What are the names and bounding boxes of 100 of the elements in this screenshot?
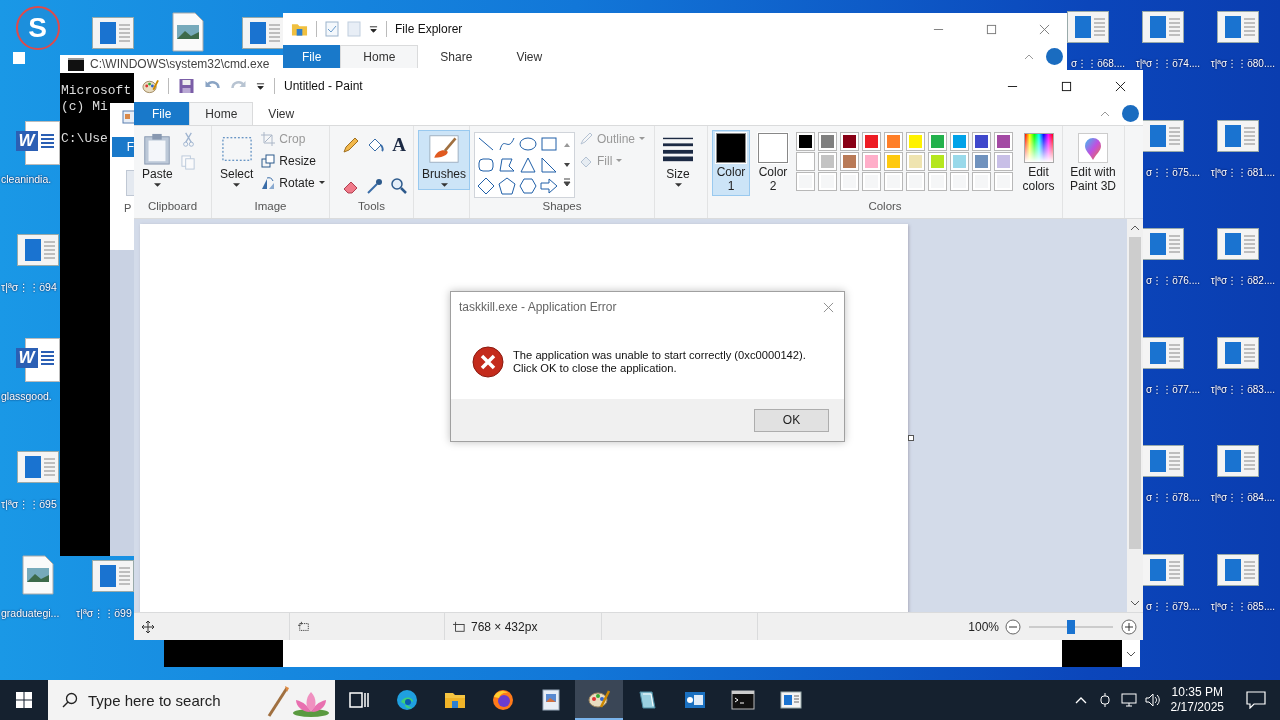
file-menu-tab[interactable]: File bbox=[283, 45, 341, 68]
palette-color[interactable] bbox=[950, 152, 969, 171]
save-icon[interactable] bbox=[178, 78, 195, 94]
right-triangle-shape-icon[interactable] bbox=[540, 156, 558, 174]
magnifier-icon[interactable] bbox=[390, 177, 408, 195]
triangle-shape-icon[interactable] bbox=[519, 156, 537, 174]
rotate-button[interactable]: Rotate bbox=[261, 174, 325, 191]
collapse-ribbon-icon[interactable] bbox=[1100, 110, 1110, 117]
slider-thumb[interactable] bbox=[1067, 619, 1075, 634]
palette-color[interactable] bbox=[906, 152, 925, 171]
palette-color[interactable] bbox=[862, 152, 881, 171]
line-shape-icon[interactable] bbox=[477, 135, 495, 153]
window-icon[interactable] bbox=[1141, 119, 1184, 152]
palette-color[interactable] bbox=[950, 132, 969, 151]
window-icon[interactable] bbox=[241, 17, 284, 49]
collapse-ribbon-icon[interactable] bbox=[1024, 53, 1034, 60]
vertical-scrollbar[interactable] bbox=[1127, 219, 1143, 612]
volume-icon[interactable] bbox=[1144, 692, 1161, 708]
window-icon[interactable] bbox=[16, 234, 59, 266]
folder-icon[interactable] bbox=[291, 21, 308, 37]
windows-start-icon[interactable] bbox=[16, 692, 32, 708]
shapes-gallery[interactable] bbox=[474, 132, 575, 198]
window-icon[interactable] bbox=[1141, 228, 1184, 260]
palette-color[interactable] bbox=[994, 152, 1013, 171]
window-icon[interactable] bbox=[1216, 336, 1259, 369]
ribbon-tab[interactable]: Share bbox=[418, 45, 495, 68]
ribbon-tab[interactable]: Home bbox=[340, 45, 419, 68]
clock-date[interactable]: 2/17/2025 bbox=[1170, 700, 1224, 715]
window-icon[interactable] bbox=[91, 559, 134, 592]
palette-color[interactable] bbox=[928, 152, 947, 171]
search-field[interactable]: Type here to search bbox=[48, 680, 335, 720]
clock-time[interactable]: 10:35 PM bbox=[1171, 685, 1223, 700]
palette-color[interactable] bbox=[906, 132, 925, 151]
color-selector-button[interactable]: Color 2 bbox=[754, 130, 792, 196]
window-icon[interactable] bbox=[1216, 553, 1259, 586]
pentagon-shape-icon[interactable] bbox=[498, 177, 516, 195]
notifications-icon[interactable] bbox=[1246, 691, 1266, 709]
edit-colors-button[interactable]: Edit colors bbox=[1019, 130, 1058, 196]
dropdown-icon[interactable] bbox=[369, 24, 378, 34]
file-menu-tab[interactable]: File bbox=[134, 102, 190, 125]
palette-color[interactable] bbox=[818, 132, 837, 151]
palette-color[interactable] bbox=[928, 132, 947, 151]
polygon-shape-icon[interactable] bbox=[498, 156, 516, 174]
network-icon[interactable] bbox=[1120, 692, 1137, 708]
palette-color[interactable] bbox=[884, 152, 903, 171]
palette-color[interactable] bbox=[994, 132, 1013, 151]
paint-3d-button[interactable]: Edit with Paint 3D bbox=[1067, 130, 1119, 196]
hexagon-shape-icon[interactable] bbox=[519, 177, 537, 195]
text-tool[interactable]: A bbox=[390, 136, 408, 154]
palette-color[interactable] bbox=[862, 132, 881, 151]
palette-color[interactable] bbox=[796, 152, 815, 171]
window-icon[interactable] bbox=[1141, 11, 1184, 43]
zoom-out-icon[interactable] bbox=[1005, 618, 1021, 635]
palette-icon[interactable] bbox=[142, 78, 159, 94]
ok-button[interactable]: OK bbox=[754, 408, 829, 432]
window-icon[interactable] bbox=[1216, 228, 1259, 260]
window-icon[interactable] bbox=[1141, 553, 1184, 586]
window-icon[interactable] bbox=[1216, 445, 1259, 477]
paint-bucket-icon[interactable] bbox=[366, 136, 384, 154]
palette-color[interactable] bbox=[884, 132, 903, 151]
arrow-shape-icon[interactable] bbox=[540, 177, 558, 195]
window-icon[interactable] bbox=[1141, 336, 1184, 369]
window-icon[interactable] bbox=[1141, 445, 1184, 477]
image-file-icon[interactable] bbox=[21, 554, 54, 595]
scroll-down-icon[interactable] bbox=[1130, 600, 1140, 606]
palette-color[interactable] bbox=[818, 152, 837, 171]
window-icon[interactable] bbox=[1216, 119, 1259, 152]
resize-button[interactable]: Resize bbox=[261, 152, 325, 169]
roundrect-shape-icon[interactable] bbox=[477, 156, 495, 174]
properties-icon[interactable] bbox=[325, 21, 339, 37]
oval-shape-icon[interactable] bbox=[519, 135, 537, 153]
pencil-icon[interactable] bbox=[342, 136, 360, 154]
scroll-thumb[interactable] bbox=[1129, 237, 1141, 549]
dropdown-icon[interactable] bbox=[256, 81, 265, 91]
scroll-up-icon[interactable] bbox=[1130, 225, 1140, 231]
resize-handle[interactable] bbox=[908, 435, 914, 441]
scroll-down-icon[interactable] bbox=[1126, 650, 1136, 657]
zoom-slider[interactable] bbox=[1029, 618, 1113, 635]
zoom-in-icon[interactable] bbox=[1121, 618, 1137, 635]
palette-color[interactable] bbox=[972, 152, 991, 171]
paint-taskbar-button[interactable] bbox=[575, 680, 623, 720]
window-icon[interactable] bbox=[16, 451, 59, 483]
ribbon-tab[interactable]: F bbox=[112, 137, 134, 157]
ribbon-tab[interactable]: View bbox=[494, 45, 565, 68]
select-button[interactable]: Select bbox=[216, 130, 258, 190]
brushes-button[interactable]: Brushes bbox=[418, 130, 471, 190]
palette-color[interactable] bbox=[972, 132, 991, 151]
size-button[interactable]: Size bbox=[659, 130, 697, 190]
palette-color[interactable] bbox=[796, 132, 815, 151]
window-icon[interactable] bbox=[1066, 11, 1109, 43]
ribbon-tab[interactable]: Home bbox=[189, 102, 254, 125]
image-file-icon[interactable] bbox=[171, 12, 204, 52]
color-picker-icon[interactable] bbox=[366, 177, 384, 195]
palette-color[interactable] bbox=[840, 152, 859, 171]
paste-button[interactable]: Paste bbox=[138, 130, 177, 190]
curve-shape-icon[interactable] bbox=[498, 135, 516, 153]
palette-color[interactable] bbox=[840, 132, 859, 151]
window-icon[interactable] bbox=[1216, 11, 1259, 43]
window-icon[interactable] bbox=[91, 17, 134, 49]
diamond-shape-icon[interactable] bbox=[477, 177, 495, 195]
